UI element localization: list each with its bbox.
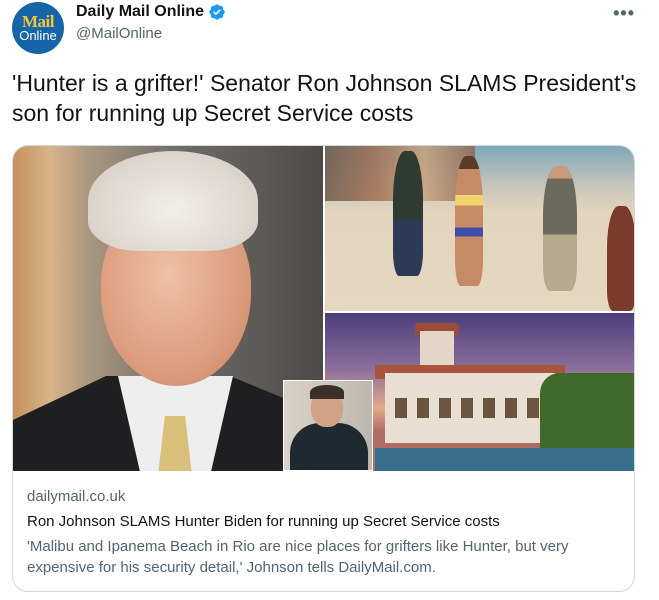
senator-hair: [88, 151, 258, 251]
villa-windows: [395, 398, 545, 418]
beach-person-edge: [607, 206, 634, 311]
avatar[interactable]: Mail Online: [12, 2, 64, 54]
author-name-row[interactable]: Daily Mail Online: [76, 3, 226, 21]
handle[interactable]: @MailOnline: [76, 25, 162, 42]
card-description: 'Malibu and Ipanema Beach in Rio are nic…: [27, 538, 569, 576]
beach-person-left: [393, 151, 423, 276]
hunter-photo: [283, 380, 373, 471]
link-card[interactable]: dailymail.co.uk Ron Johnson SLAMS Hunter…: [12, 145, 635, 592]
hunter-hair: [310, 385, 344, 399]
villa-hedge: [540, 373, 634, 453]
card-domain: dailymail.co.uk: [27, 488, 126, 505]
beach-person-woman: [455, 156, 483, 286]
card-title[interactable]: Ron Johnson SLAMS Hunter Biden for runni…: [27, 512, 622, 532]
beach-person-right: [543, 166, 577, 291]
villa-pool: [375, 448, 634, 471]
hunter-body: [290, 423, 368, 470]
avatar-logo-bottom: Online: [19, 27, 57, 43]
verified-badge-icon: [209, 4, 225, 20]
tweet-text: 'Hunter is a grifter!' Senator Ron Johns…: [12, 70, 637, 126]
card-info[interactable]: dailymail.co.uk Ron Johnson SLAMS Hunter…: [13, 471, 634, 591]
avatar-logo-top: Mail: [22, 11, 55, 31]
more-options-icon[interactable]: •••: [613, 3, 635, 24]
tweet[interactable]: Mail Online Daily Mail Online @MailOnlin…: [0, 0, 659, 600]
display-name[interactable]: Daily Mail Online: [76, 3, 204, 21]
beach-photo: [325, 146, 634, 311]
card-media-collage[interactable]: [13, 146, 634, 471]
senator-photo: [13, 146, 323, 471]
